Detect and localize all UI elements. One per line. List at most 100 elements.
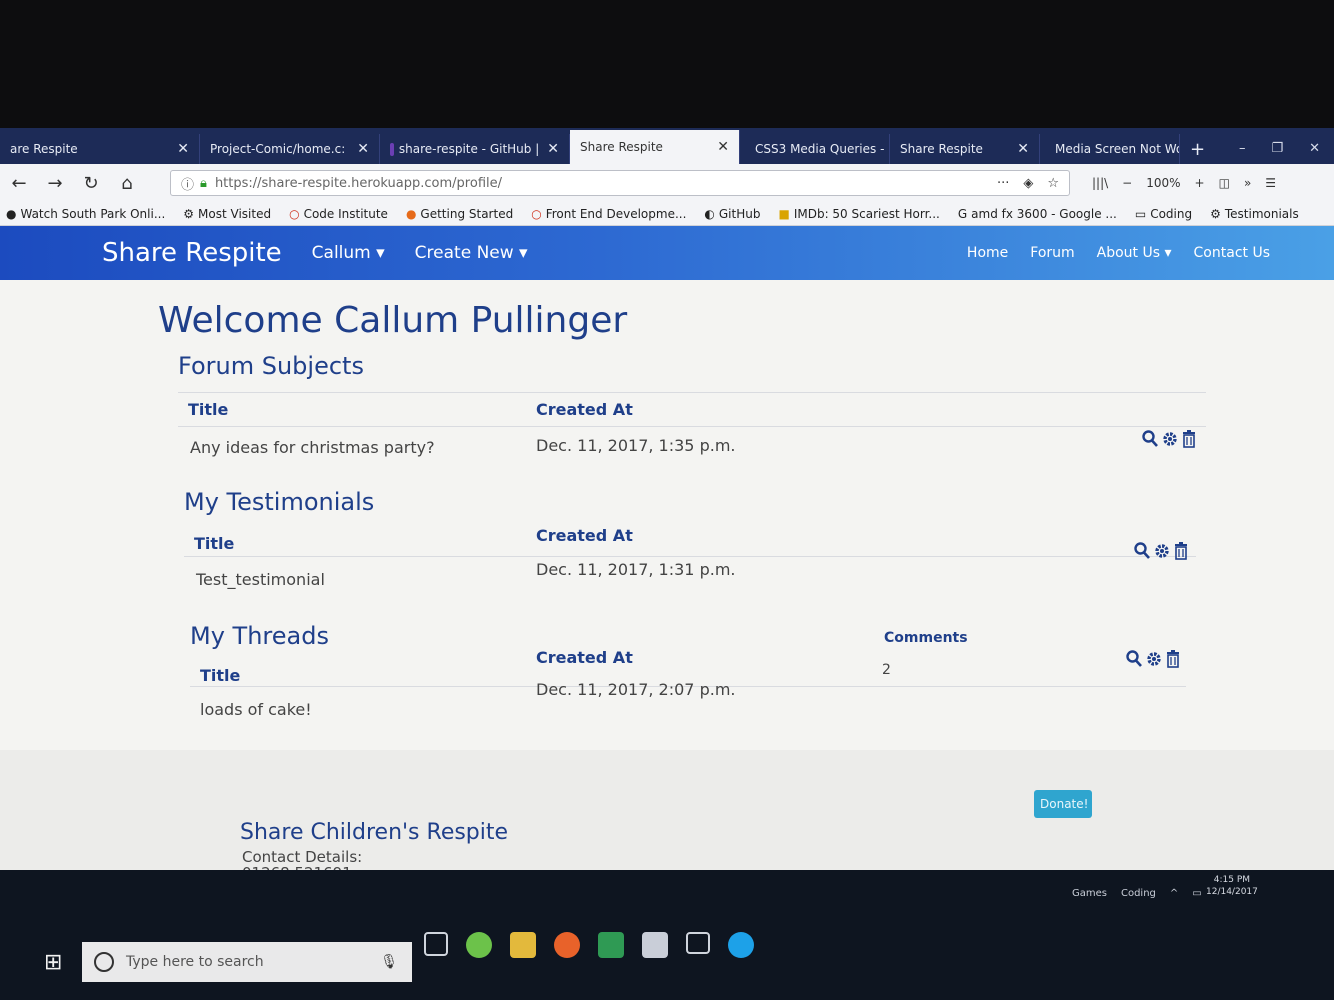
task-view-icon[interactable]: [424, 932, 448, 956]
pocket-icon[interactable]: ◈: [1023, 176, 1033, 191]
page-actions-icon[interactable]: ···: [997, 176, 1009, 191]
user-menu-dropdown[interactable]: Callum ▾: [312, 243, 385, 263]
folder-icon: ▭: [1134, 206, 1147, 221]
bookmark-item[interactable]: ■ IMDb: 50 Scariest Horr...: [778, 207, 939, 221]
bookmark-item[interactable]: ▭ Coding: [1135, 207, 1192, 221]
thread-title[interactable]: loads of cake!: [200, 700, 312, 719]
browser-tab[interactable]: share-respite - GitHub | ✕: [380, 134, 570, 164]
file-explorer-icon[interactable]: [510, 932, 536, 958]
chrome-icon[interactable]: [466, 932, 492, 958]
settings-icon[interactable]: [1146, 650, 1162, 668]
bookmark-label: IMDb: 50 Scariest Horr...: [793, 206, 940, 221]
delete-icon[interactable]: [1174, 542, 1188, 560]
back-icon[interactable]: ←: [8, 173, 30, 194]
create-new-dropdown[interactable]: Create New ▾: [415, 243, 528, 263]
firefox-icon: ●: [405, 206, 417, 221]
nav-contact-link[interactable]: Contact Us: [1194, 245, 1270, 261]
close-tab-icon[interactable]: ✕: [169, 141, 189, 157]
bookmark-item[interactable]: ⚙ Testimonials: [1210, 207, 1299, 221]
imdb-icon: ■: [778, 206, 790, 221]
new-tab-button[interactable]: +: [1180, 134, 1215, 164]
browser-tab[interactable]: CSS3 Media Queries - E: ✕: [740, 134, 890, 164]
delete-icon[interactable]: [1166, 650, 1180, 668]
bookmark-label: GitHub: [718, 206, 761, 221]
microphone-icon[interactable]: 🎙︎: [380, 954, 398, 970]
bookmark-item[interactable]: Gamd fx 3600 - Google ...: [958, 207, 1117, 221]
view-icon[interactable]: [1142, 430, 1158, 448]
browser-tab[interactable]: Media Screen Not Wor ✕: [1040, 134, 1180, 164]
home-icon[interactable]: ⌂: [116, 173, 138, 194]
donate-button[interactable]: Donate!: [1034, 790, 1092, 818]
window-app-icon[interactable]: [686, 932, 710, 954]
restore-icon[interactable]: ❐: [1271, 141, 1283, 156]
bookmark-item[interactable]: ● Getting Started: [406, 207, 513, 221]
nav-home-link[interactable]: Home: [967, 245, 1008, 261]
pycharm-icon[interactable]: [598, 932, 624, 958]
library-icon[interactable]: |||\: [1092, 176, 1108, 190]
row-actions: [1134, 542, 1188, 560]
browser-tab[interactable]: are Respite ✕: [0, 134, 200, 164]
settings-icon[interactable]: [1154, 542, 1170, 560]
chevron-up-icon[interactable]: ^: [1170, 888, 1178, 899]
taskbar-search-box[interactable]: Type here to search 🎙︎: [82, 942, 412, 982]
bookmark-label: amd fx 3600 - Google ...: [971, 206, 1117, 221]
windows-start-icon[interactable]: ⊞: [44, 950, 62, 975]
skype-icon[interactable]: [728, 932, 754, 958]
overflow-icon[interactable]: »: [1244, 176, 1251, 190]
nav-about-dropdown[interactable]: About Us ▾: [1097, 245, 1172, 261]
settings-icon[interactable]: [1162, 430, 1178, 448]
close-tab-icon[interactable]: ✕: [709, 139, 729, 155]
tab-label: CSS3 Media Queries - E:: [755, 142, 890, 156]
threads-heading: My Threads: [190, 622, 329, 650]
tray-item[interactable]: Games: [1072, 888, 1107, 899]
sidebar-icon[interactable]: ◫: [1219, 176, 1230, 190]
forum-subject-title[interactable]: Any ideas for christmas party?: [190, 438, 435, 457]
site-brand[interactable]: Share Respite: [102, 238, 282, 268]
column-header-created: Created At: [536, 400, 633, 419]
bookmark-item[interactable]: ◐ GitHub: [704, 207, 760, 221]
gear-icon: ⚙: [183, 206, 195, 221]
forum-subjects-heading: Forum Subjects: [178, 352, 364, 380]
view-icon[interactable]: [1134, 542, 1150, 560]
taskbar-clock[interactable]: 4:15 PM 12/14/2017: [1206, 874, 1258, 898]
bookmark-item[interactable]: ● Watch South Park Onli...: [6, 207, 165, 221]
tab-label: Media Screen Not Wor: [1055, 142, 1180, 156]
close-window-icon[interactable]: ✕: [1309, 141, 1320, 156]
info-icon[interactable]: ⓘ: [181, 174, 194, 193]
bookmark-item[interactable]: ○ Front End Developme...: [531, 207, 686, 221]
delete-icon[interactable]: [1182, 430, 1196, 448]
close-tab-icon[interactable]: ✕: [539, 141, 559, 157]
testimonial-title[interactable]: Test_testimonial: [196, 570, 325, 589]
close-tab-icon[interactable]: ✕: [349, 141, 369, 157]
browser-tab[interactable]: Project-Comic/home.c: ✕: [200, 134, 380, 164]
forward-icon[interactable]: →: [44, 173, 66, 194]
nav-forum-link[interactable]: Forum: [1030, 245, 1074, 261]
close-tab-icon[interactable]: ✕: [1009, 141, 1029, 157]
reload-icon[interactable]: ↻: [80, 173, 102, 194]
menu-icon[interactable]: ☰: [1265, 176, 1276, 190]
bookmark-star-icon[interactable]: ☆: [1047, 176, 1059, 191]
browser-tab[interactable]: Share Respite ✕: [890, 134, 1040, 164]
column-header-created: Created At: [536, 526, 633, 545]
mail-icon[interactable]: [642, 932, 668, 958]
url-text: https://share-respite.herokuapp.com/prof…: [214, 175, 502, 191]
bookmark-item[interactable]: ⚙ Most Visited: [183, 207, 271, 221]
monitor-screen: are Respite ✕ Project-Comic/home.c: ✕ sh…: [0, 128, 1334, 1000]
github-icon: [390, 142, 394, 156]
page-title: Welcome Callum Pullinger: [158, 300, 628, 341]
minimize-icon[interactable]: –: [1239, 141, 1246, 156]
network-icon[interactable]: ▭: [1192, 888, 1201, 899]
window-controls: – ❐ ✕: [1225, 141, 1334, 164]
zoom-level[interactable]: 100%: [1146, 176, 1180, 190]
taskbar-apps: [424, 932, 754, 958]
zoom-in-icon[interactable]: +: [1195, 176, 1205, 190]
firefox-icon[interactable]: [554, 932, 580, 958]
site-navbar: Share Respite Callum ▾ Create New ▾ Home…: [0, 226, 1334, 280]
zoom-out-icon[interactable]: −: [1122, 176, 1132, 190]
clock-time: 4:15 PM: [1213, 875, 1251, 885]
view-icon[interactable]: [1126, 650, 1142, 668]
bookmark-item[interactable]: ○ Code Institute: [289, 207, 388, 221]
url-bar[interactable]: ⓘ 🔒︎ https://share-respite.herokuapp.com…: [170, 170, 1070, 196]
tray-item[interactable]: Coding: [1121, 888, 1156, 899]
browser-tab-active[interactable]: Share Respite ✕: [570, 130, 740, 164]
